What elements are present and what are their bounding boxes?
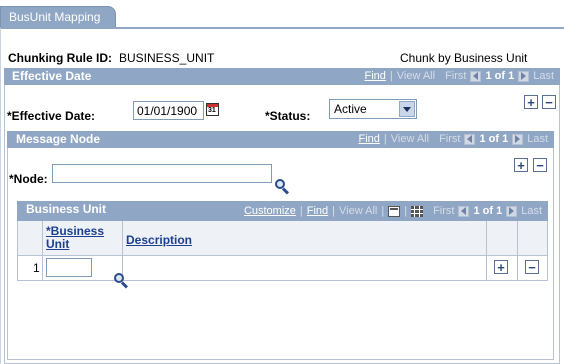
grid-icon[interactable] xyxy=(411,205,424,217)
message-node-nav: Find | View All First 1 of 1 Last xyxy=(358,133,548,145)
status-selected-value: Active xyxy=(334,102,367,116)
row-number: 1 xyxy=(33,261,40,275)
message-node-last: Last xyxy=(527,133,548,145)
download-icon[interactable] xyxy=(388,205,401,217)
business-unit-last: Last xyxy=(521,205,542,217)
message-node-add-button[interactable]: + xyxy=(514,158,528,172)
calendar-icon[interactable]: 31 xyxy=(206,103,219,116)
effective-date-range: 1 of 1 xyxy=(485,70,515,82)
node-label: *Node: xyxy=(9,172,48,186)
message-node-prev-icon xyxy=(464,133,476,145)
effective-date-find-link[interactable]: Find xyxy=(364,70,385,82)
effective-date-next-icon xyxy=(518,70,530,82)
message-node-header: Message Node Find | View All First 1 of … xyxy=(7,131,554,148)
status-select[interactable]: Active xyxy=(329,99,417,119)
business-unit-title: Business Unit xyxy=(26,202,107,216)
business-unit-first: First xyxy=(433,205,455,217)
business-unit-range: 1 of 1 xyxy=(473,205,503,217)
business-unit-customize-link[interactable]: Customize xyxy=(244,205,296,217)
chevron-down-icon xyxy=(399,101,415,117)
column-header-description[interactable]: Description xyxy=(126,233,192,247)
business-unit-next-icon xyxy=(506,205,518,217)
business-unit-lookup-icon[interactable] xyxy=(113,272,129,289)
effective-date-title: Effective Date xyxy=(12,69,92,83)
message-node-first: First xyxy=(439,133,461,145)
effective-date-first: First xyxy=(445,70,467,82)
column-header-business-unit-line2: Unit xyxy=(46,237,70,251)
effective-date-prev-icon xyxy=(470,70,482,82)
chunking-rule-value: BUSINESS_UNIT xyxy=(119,51,215,65)
business-unit-view-all: View All xyxy=(339,205,378,217)
effective-date-label: *Effective Date: xyxy=(7,109,96,123)
tab-strip: BusUnit Mapping xyxy=(0,0,564,29)
status-label: *Status: xyxy=(265,109,311,123)
effective-date-last: Last xyxy=(533,70,554,82)
grid-divider xyxy=(517,221,518,280)
business-unit-find-link[interactable]: Find xyxy=(307,205,328,217)
tab-busunit-mapping[interactable]: BusUnit Mapping xyxy=(0,6,116,28)
message-node-view-all: View All xyxy=(390,133,430,145)
message-node-find-link[interactable]: Find xyxy=(358,133,379,145)
column-header-business-unit[interactable]: *Business Unit xyxy=(46,225,104,251)
chunking-rule-description: Chunk by Business Unit xyxy=(400,51,528,65)
business-unit-header: Business Unit Customize | Find | View Al… xyxy=(17,201,548,221)
row-add-button[interactable]: + xyxy=(494,260,508,274)
effective-date-delete-button[interactable]: − xyxy=(542,95,556,109)
message-node-title: Message Node xyxy=(16,132,101,146)
node-lookup-icon[interactable] xyxy=(274,178,290,195)
node-input[interactable] xyxy=(52,164,272,183)
message-node-range: 1 of 1 xyxy=(479,133,509,145)
grid-divider xyxy=(42,221,43,280)
message-node-next-icon xyxy=(512,133,524,145)
effective-date-nav: Find | View All First 1 of 1 Last xyxy=(364,70,554,82)
effective-date-input[interactable] xyxy=(133,101,204,120)
business-unit-prev-icon xyxy=(458,205,470,217)
effective-date-add-button[interactable]: + xyxy=(524,95,538,109)
chunking-rule-label: Chunking Rule ID: xyxy=(8,51,112,65)
grid-divider xyxy=(486,221,487,280)
row-delete-button[interactable]: − xyxy=(525,260,539,274)
effective-date-header: Effective Date Find | View All First 1 o… xyxy=(4,68,560,85)
effective-date-view-all: View All xyxy=(396,70,436,82)
business-unit-input[interactable] xyxy=(46,258,92,277)
message-node-delete-button[interactable]: − xyxy=(533,158,547,172)
business-unit-nav: Customize | Find | View All | | First 1 … xyxy=(243,205,542,217)
